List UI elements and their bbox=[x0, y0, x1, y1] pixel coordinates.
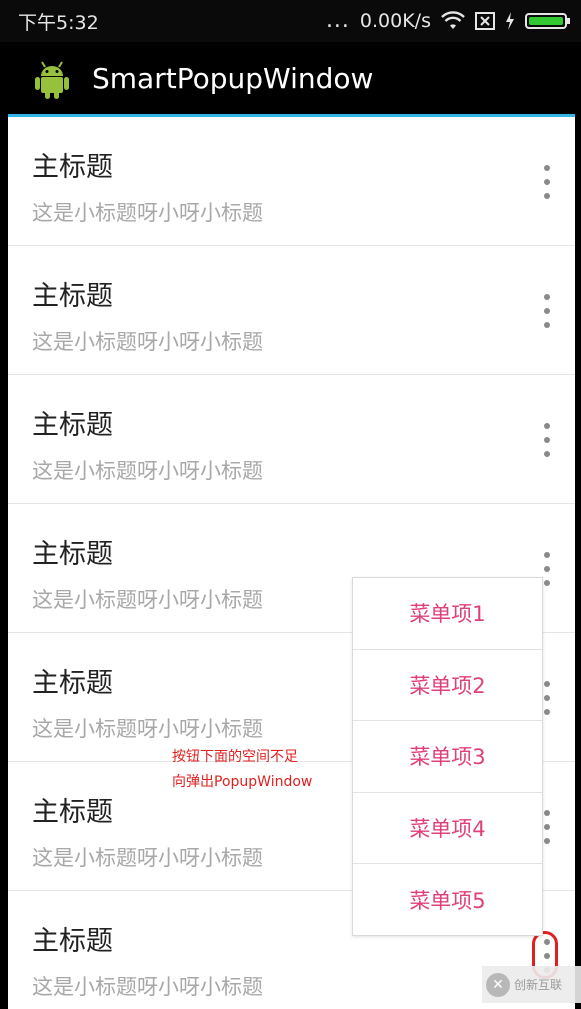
item-title: 主标题 bbox=[32, 539, 113, 570]
item-title: 主标题 bbox=[32, 926, 113, 957]
item-title: 主标题 bbox=[32, 281, 113, 312]
item-title: 主标题 bbox=[32, 152, 113, 183]
item-title: 主标题 bbox=[32, 410, 113, 441]
popup-menu-item-2[interactable]: 菜单项2 bbox=[353, 650, 542, 722]
watermark-text: 创新互联 bbox=[514, 978, 563, 992]
charging-icon bbox=[506, 12, 514, 30]
popup-menu-item-5[interactable]: 菜单项5 bbox=[353, 864, 542, 936]
more-options-icon[interactable] bbox=[541, 165, 553, 199]
wifi-icon bbox=[441, 11, 465, 29]
annotation-line-1: 按钮下面的空间不足 bbox=[172, 749, 298, 765]
status-bar: 下午5:32 ... 0.00K/s bbox=[0, 0, 581, 42]
item-subtitle: 这是小标题呀小呀小标题 bbox=[32, 201, 263, 225]
action-bar: SmartPopupWindow bbox=[8, 42, 575, 117]
item-subtitle: 这是小标题呀小呀小标题 bbox=[32, 330, 263, 354]
more-options-icon[interactable] bbox=[541, 423, 553, 457]
list-item[interactable]: 主标题 这是小标题呀小呀小标题 bbox=[8, 117, 575, 246]
signal-dots: ... bbox=[325, 8, 350, 33]
annotation-note: 按钮下面的空间不足 向弹出PopupWindow bbox=[172, 745, 312, 795]
android-logo-icon bbox=[35, 61, 69, 99]
popup-menu-item-1[interactable]: 菜单项1 bbox=[353, 578, 542, 650]
battery-icon bbox=[525, 13, 570, 29]
item-title: 主标题 bbox=[32, 668, 113, 699]
item-subtitle: 这是小标题呀小呀小标题 bbox=[32, 459, 263, 483]
item-title: 主标题 bbox=[32, 797, 113, 828]
annotation-line-2: 向弹出PopupWindow bbox=[172, 774, 313, 790]
network-speed: 0.00K/s bbox=[359, 10, 431, 32]
status-icons: ... 0.00K/s bbox=[325, 8, 570, 33]
list-item[interactable]: 主标题 这是小标题呀小呀小标题 bbox=[8, 375, 575, 504]
item-subtitle: 这是小标题呀小呀小标题 bbox=[32, 975, 263, 999]
item-subtitle: 这是小标题呀小呀小标题 bbox=[32, 846, 263, 870]
more-options-icon[interactable] bbox=[541, 294, 553, 328]
item-subtitle: 这是小标题呀小呀小标题 bbox=[32, 588, 263, 612]
popup-menu: 菜单项1 菜单项2 菜单项3 菜单项4 菜单项5 bbox=[352, 577, 543, 936]
watermark: ✕ 创新互联 bbox=[482, 966, 581, 1003]
no-sim-icon bbox=[475, 12, 495, 30]
item-subtitle: 这是小标题呀小呀小标题 bbox=[32, 717, 263, 741]
list-item[interactable]: 主标题 这是小标题呀小呀小标题 bbox=[8, 246, 575, 375]
app-title: SmartPopupWindow bbox=[92, 61, 374, 95]
status-time: 下午5:32 bbox=[18, 11, 99, 34]
popup-menu-item-3[interactable]: 菜单项3 bbox=[353, 721, 542, 793]
watermark-logo-icon: ✕ bbox=[486, 972, 510, 997]
popup-menu-item-4[interactable]: 菜单项4 bbox=[353, 793, 542, 865]
